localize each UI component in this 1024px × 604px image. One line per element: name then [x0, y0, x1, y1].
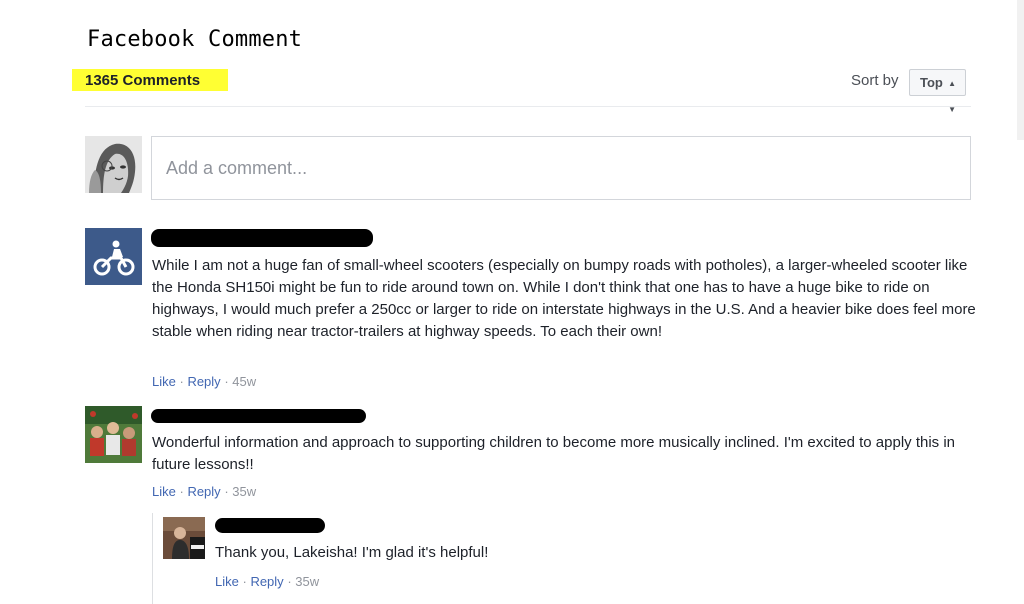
timestamp: 45w	[232, 374, 257, 389]
piano-teacher-photo-icon	[163, 517, 205, 559]
avatar[interactable]	[85, 228, 142, 285]
scrollbar[interactable]	[1017, 0, 1024, 140]
like-link[interactable]: Like	[152, 374, 176, 389]
page-title: Facebook Comment	[87, 27, 303, 52]
timestamp: 35w	[295, 574, 320, 589]
sort-label: Sort by	[851, 72, 899, 89]
reply-thread-line	[152, 513, 153, 604]
comment-text: Thank you, Lakeisha! I'm glad it's helpf…	[215, 544, 489, 561]
like-link[interactable]: Like	[215, 574, 239, 589]
redacted-author-name	[151, 409, 366, 423]
comment-text: While I am not a huge fan of small-wheel…	[152, 257, 976, 340]
user-sketch-avatar-icon	[85, 136, 142, 193]
comment-actions: Like · Reply · 35w	[152, 484, 257, 499]
avatar	[85, 136, 142, 193]
reply-link[interactable]: Reply	[250, 574, 283, 589]
comment-actions: Like · Reply · 45w	[152, 374, 257, 389]
comment-count: 1365 Comments	[72, 69, 228, 91]
updown-arrows-icon: ▲ ▼	[948, 79, 956, 114]
comment-input[interactable]	[152, 137, 970, 199]
sort-value: Top	[920, 75, 943, 90]
children-photo-icon	[85, 406, 142, 463]
sort-dropdown[interactable]: Top ▲ ▼	[909, 69, 966, 114]
redacted-author-name	[151, 229, 373, 247]
reply-link[interactable]: Reply	[187, 484, 220, 499]
timestamp: 35w	[232, 484, 257, 499]
divider	[85, 106, 971, 107]
comment-text: Wonderful information and approach to su…	[152, 434, 956, 473]
motorcycle-icon	[85, 228, 142, 285]
avatar[interactable]	[163, 517, 205, 559]
comment-box[interactable]	[151, 136, 971, 200]
like-link[interactable]: Like	[152, 484, 176, 499]
reply-link[interactable]: Reply	[187, 374, 220, 389]
comment-actions: Like · Reply · 35w	[215, 574, 320, 589]
avatar[interactable]	[85, 406, 142, 463]
redacted-author-name	[215, 518, 325, 533]
